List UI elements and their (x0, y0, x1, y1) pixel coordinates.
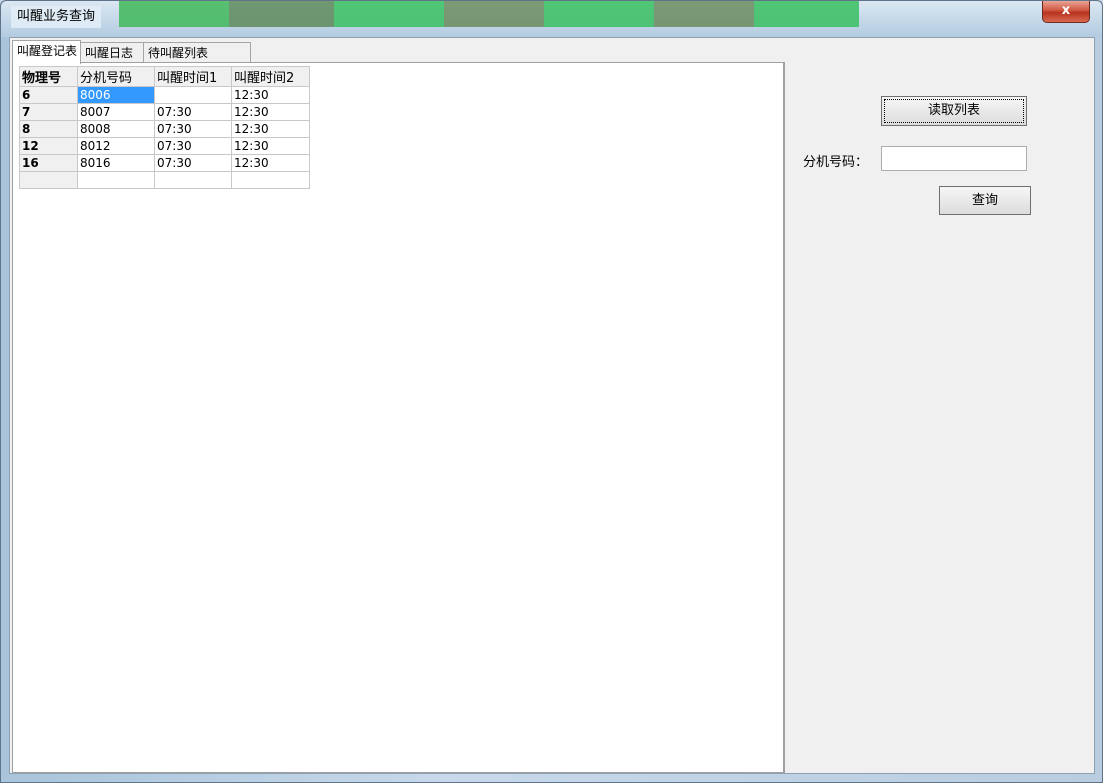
new-row[interactable] (19, 171, 310, 189)
row-header[interactable]: 8 (19, 120, 78, 138)
close-button[interactable]: x (1042, 1, 1090, 23)
wakeup-grid: 物理号 分机号码 叫醒时间1 叫醒时间2 6 8006 12:30 7 8007… (19, 66, 310, 189)
table-row[interactable]: 7 8007 07:30 12:30 (19, 103, 310, 121)
background-strip (334, 1, 444, 27)
extension-cell[interactable]: 8012 (77, 137, 155, 155)
extension-label: 分机号码： (803, 155, 869, 170)
time1-cell[interactable] (154, 171, 232, 189)
column-header-extension[interactable]: 分机号码 (77, 66, 155, 87)
column-header-time1[interactable]: 叫醒时间1 (154, 66, 232, 87)
table-row[interactable]: 8 8008 07:30 12:30 (19, 120, 310, 138)
time2-cell[interactable] (231, 171, 310, 189)
title-bar[interactable]: 叫醒业务查询 x (1, 1, 1102, 37)
extension-input[interactable] (881, 146, 1027, 171)
row-header[interactable]: 16 (19, 154, 78, 172)
background-strip (119, 1, 229, 27)
time1-cell[interactable]: 07:30 (154, 120, 232, 138)
row-header[interactable]: 6 (19, 86, 78, 104)
column-header-time2[interactable]: 叫醒时间2 (231, 66, 310, 87)
read-list-button[interactable]: 读取列表 (881, 96, 1027, 126)
time2-cell[interactable]: 12:30 (231, 154, 310, 172)
background-strip (754, 1, 859, 27)
grid-panel: 物理号 分机号码 叫醒时间1 叫醒时间2 6 8006 12:30 7 8007… (12, 62, 784, 773)
extension-cell[interactable]: 8006 (77, 86, 155, 104)
time1-cell[interactable]: 07:30 (154, 137, 232, 155)
extension-cell[interactable]: 8007 (77, 103, 155, 121)
tab-wakeup-register[interactable]: 叫醒登记表 (12, 40, 81, 64)
time1-cell[interactable] (154, 86, 232, 104)
background-strip (654, 1, 754, 27)
column-header-room[interactable]: 物理号 (19, 66, 78, 87)
row-header[interactable] (19, 171, 78, 189)
extension-cell[interactable]: 8008 (77, 120, 155, 138)
time2-cell[interactable]: 12:30 (231, 120, 310, 138)
background-strip (544, 1, 654, 27)
table-row[interactable]: 12 8012 07:30 12:30 (19, 137, 310, 155)
extension-cell[interactable] (77, 171, 155, 189)
grid-header-row: 物理号 分机号码 叫醒时间1 叫醒时间2 (19, 66, 310, 87)
time2-cell[interactable]: 12:30 (231, 137, 310, 155)
background-strip (229, 1, 334, 27)
background-strip (444, 1, 544, 27)
extension-cell[interactable]: 8016 (77, 154, 155, 172)
time2-cell[interactable]: 12:30 (231, 86, 310, 104)
tab-pending-wakeup[interactable]: 待叫醒列表 (143, 42, 251, 62)
query-button[interactable]: 查询 (939, 186, 1031, 215)
main-window: 叫醒业务查询 x 叫醒登记表 叫醒日志 待叫醒列表 物理号 分机号码 叫醒时间1… (0, 0, 1103, 783)
window-title: 叫醒业务查询 (11, 6, 102, 28)
time2-cell[interactable]: 12:30 (231, 103, 310, 121)
table-row[interactable]: 16 8016 07:30 12:30 (19, 154, 310, 172)
time1-cell[interactable]: 07:30 (154, 154, 232, 172)
row-header[interactable]: 12 (19, 137, 78, 155)
time1-cell[interactable]: 07:30 (154, 103, 232, 121)
table-row[interactable]: 6 8006 12:30 (19, 86, 310, 104)
tab-wakeup-log[interactable]: 叫醒日志 (80, 42, 144, 62)
client-area: 叫醒登记表 叫醒日志 待叫醒列表 物理号 分机号码 叫醒时间1 叫醒时间2 6 (9, 37, 1095, 774)
row-header[interactable]: 7 (19, 103, 78, 121)
close-icon: x (1061, 3, 1071, 18)
control-panel: 读取列表 分机号码： 查询 (784, 62, 1092, 773)
